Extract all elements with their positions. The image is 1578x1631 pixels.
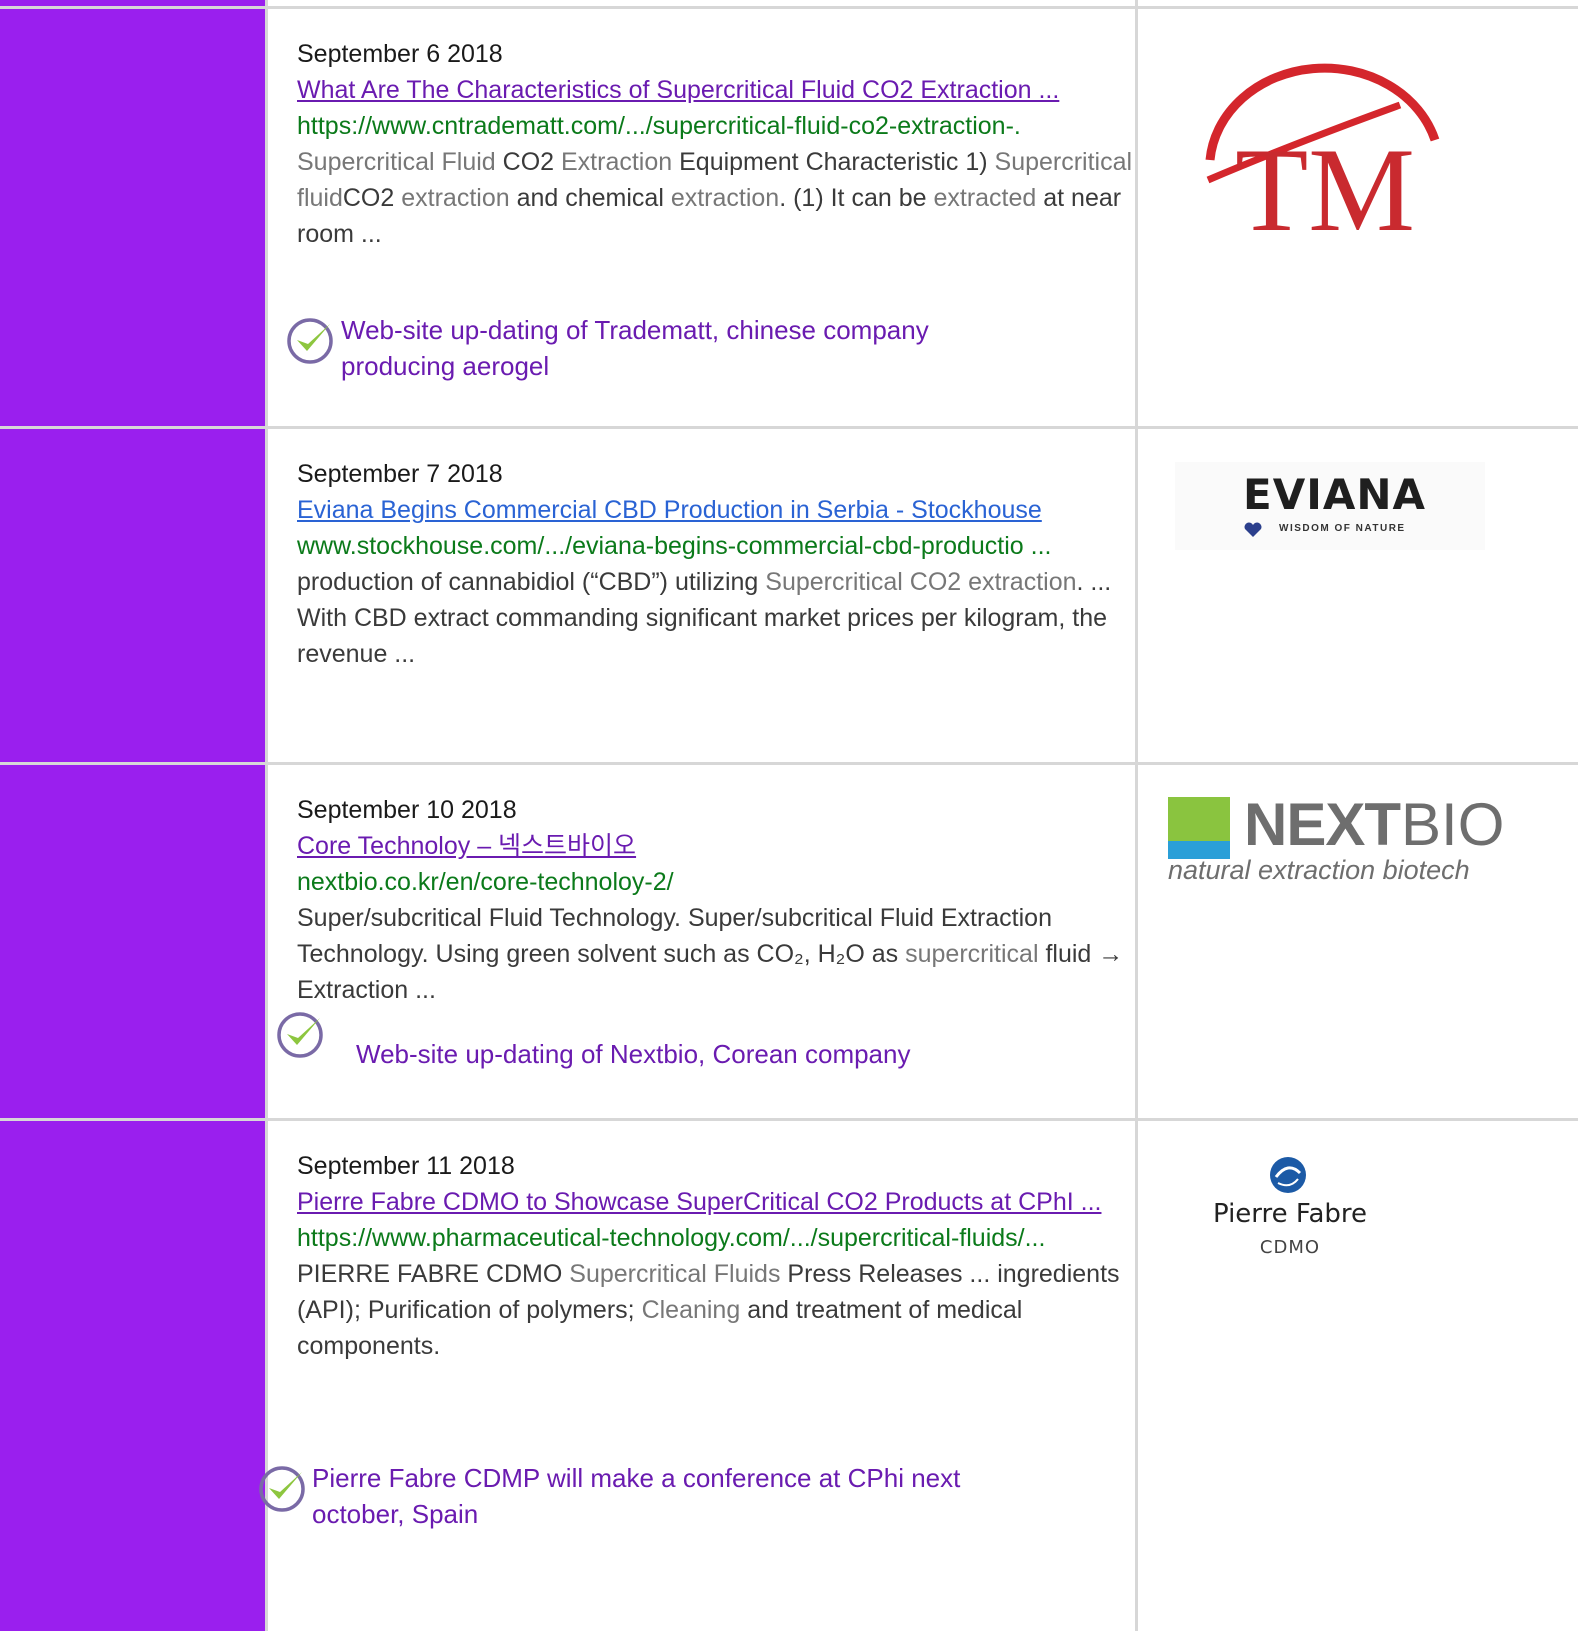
entry-4: September 11 2018 Pierre Fabre CDMO to S… [297, 1148, 1157, 1364]
entry-date: September 10 2018 [297, 796, 517, 824]
entry-snippet: PIERRE FABRE CDMO Supercritical Fluids P… [297, 1256, 1157, 1364]
snippet-segment: Extraction [561, 148, 680, 176]
entry-note: Web-site up-dating of Tradematt, chinese… [341, 315, 929, 381]
snippet-segment: extraction [401, 184, 517, 212]
tradematt-logo-text: TM [1235, 123, 1415, 255]
snippet-segment: . (1) It can be [779, 184, 934, 212]
tradematt-logo: TM [1205, 63, 1440, 255]
entry-date: September 11 2018 [297, 1152, 515, 1180]
nextbio-logo-light: BIO [1401, 791, 1505, 858]
entry-2: September 7 2018 Eviana Begins Commercia… [297, 456, 1157, 672]
snippet-segment: Supercritical Fluids [569, 1260, 788, 1288]
snippet-segment: PIERRE FABRE CDMO [297, 1260, 570, 1288]
results-table: September 6 2018 What Are The Characteri… [0, 0, 1578, 1631]
column-divider [265, 0, 268, 1631]
checkmark-icon [259, 1466, 305, 1512]
snippet-segment: extraction [670, 184, 780, 212]
entry-url: https://www.cntradematt.com/.../supercri… [297, 112, 1021, 140]
row-divider [0, 762, 1578, 765]
snippet-segment: and chemical [516, 184, 671, 212]
checkmark-icon [287, 318, 333, 364]
snippet-segment: Supercritical CO2 extraction [765, 568, 1077, 596]
nextbio-tagline: natural extraction biotech [1168, 855, 1470, 885]
snippet-segment: production of cannabidiol (“CBD”) utiliz… [297, 568, 766, 596]
entry-snippet: Supercritical Fluid CO2 Extraction Equip… [297, 144, 1157, 252]
row-divider [0, 6, 1578, 9]
nextbio-logo: NEXT BIO natural extraction biotech [1168, 791, 1504, 892]
sidebar-column [0, 0, 265, 1631]
entry-note: Web-site up-dating of Nextbio, Corean co… [356, 1039, 911, 1069]
pierre-fabre-logo: Pierre Fabre CDMO [1170, 1155, 1410, 1265]
entry-url: https://www.pharmaceutical-technology.co… [297, 1224, 1046, 1252]
entry-title-link[interactable]: Pierre Fabre CDMO to Showcase SuperCriti… [297, 1184, 1157, 1220]
entry-date: September 7 2018 [297, 460, 503, 488]
entry-title-link[interactable]: Core Technoloy – 넥스트바이오 [297, 828, 1157, 864]
heart-icon [1244, 522, 1262, 537]
eviana-logo: EVIANA WISDOM OF NATURE [1175, 462, 1485, 550]
entry-snippet: production of cannabidiol (“CBD”) utiliz… [297, 564, 1157, 672]
entry-title-link[interactable]: Eviana Begins Commercial CBD Production … [297, 492, 1157, 528]
eviana-tagline: WISDOM OF NATURE [1279, 523, 1406, 534]
entry-url: nextbio.co.kr/en/core-technoloy-2/ [297, 868, 674, 896]
row-divider [0, 426, 1578, 429]
entry-3: September 10 2018 Core Technoloy – 넥스트바이… [297, 792, 1157, 1008]
snippet-segment: Equipment Characteristic 1) [679, 148, 995, 176]
pierre-fabre-swirl-icon [1270, 1157, 1306, 1193]
pierre-fabre-logo-text: Pierre Fabre [1212, 1199, 1368, 1229]
entry-note: Pierre Fabre CDMP will make a conference… [312, 1463, 961, 1529]
snippet-segment: extracted [933, 184, 1044, 212]
snippet-segment: supercritical [905, 940, 1046, 968]
pierre-fabre-tagline: CDMO [1259, 1237, 1321, 1258]
snippet-segment: CO2 [342, 184, 402, 212]
entry-1: September 6 2018 What Are The Characteri… [297, 36, 1157, 252]
checkmark-icon [277, 1012, 323, 1058]
entry-url: www.stockhouse.com/.../eviana-begins-com… [297, 532, 1052, 560]
row-divider [0, 1118, 1578, 1121]
snippet-segment: Cleaning [641, 1296, 748, 1324]
entry-title-link[interactable]: What Are The Characteristics of Supercri… [297, 72, 1157, 108]
entry-date: September 6 2018 [297, 40, 503, 68]
entry-snippet: Super/subcritical Fluid Technology. Supe… [297, 900, 1157, 1008]
eviana-logo-text: EVIANA [1243, 470, 1426, 519]
snippet-segment: Supercritical Fluid [297, 148, 503, 176]
nextbio-logo-bold: NEXT [1244, 791, 1401, 858]
snippet-segment: CO2 [502, 148, 561, 176]
